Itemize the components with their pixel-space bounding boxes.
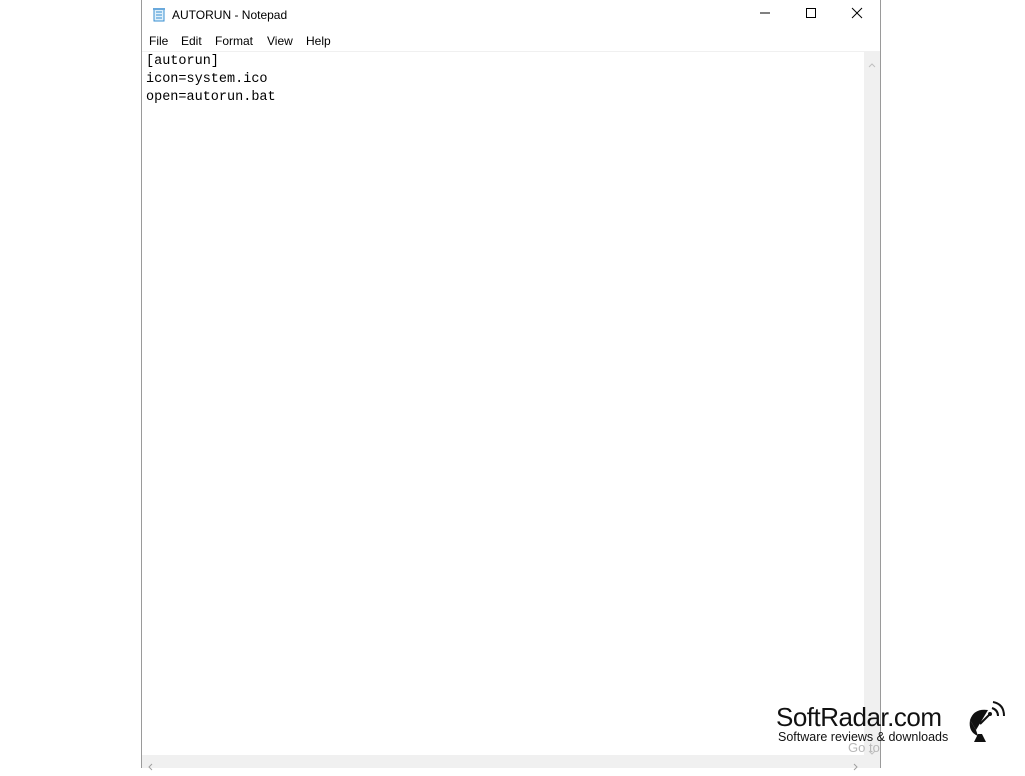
menu-format[interactable]: Format: [211, 33, 257, 49]
editor-line: [autorun]: [146, 54, 219, 69]
vertical-scrollbar[interactable]: [864, 51, 880, 755]
editor-line: open=autorun.bat: [146, 90, 276, 105]
minimize-icon: [759, 6, 771, 24]
menu-bar: File Edit Format View Help: [142, 30, 880, 50]
menu-view[interactable]: View: [263, 33, 297, 49]
close-icon: [851, 6, 863, 24]
maximize-button[interactable]: [788, 0, 834, 30]
scroll-right-icon[interactable]: [853, 758, 859, 776]
watermark-subtitle: Software reviews & downloads: [778, 730, 949, 744]
scroll-up-icon[interactable]: [868, 55, 876, 73]
menu-file[interactable]: File: [145, 33, 172, 49]
scroll-left-icon[interactable]: [147, 758, 153, 776]
close-button[interactable]: [834, 0, 880, 30]
text-editor-area[interactable]: [autorun] icon=system.ico open=autorun.b…: [142, 51, 864, 756]
editor-line: icon=system.ico: [146, 72, 268, 87]
notepad-icon: [152, 8, 166, 22]
title-bar[interactable]: AUTORUN - Notepad: [142, 0, 880, 30]
menu-edit[interactable]: Edit: [177, 33, 206, 49]
notepad-window: AUTORUN - Notepad File Edit Format View …: [141, 0, 881, 771]
satellite-dish-icon: [966, 700, 1006, 744]
maximize-icon: [805, 6, 817, 24]
horizontal-scrollbar[interactable]: [142, 755, 864, 771]
window-title: AUTORUN - Notepad: [172, 8, 288, 22]
softradar-watermark: SoftRadar.com Software reviews & downloa…: [776, 700, 1016, 748]
watermark-title: SoftRadar.com: [776, 702, 942, 732]
minimize-button[interactable]: [742, 0, 788, 30]
menu-help[interactable]: Help: [302, 33, 335, 49]
scrollbar-corner: [864, 755, 880, 768]
